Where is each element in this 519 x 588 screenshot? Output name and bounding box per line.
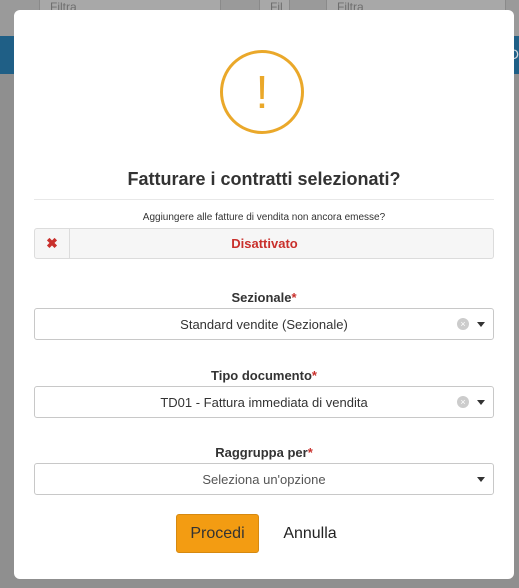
required-marker: * [311,368,317,383]
chevron-down-icon[interactable] [477,477,485,482]
required-marker: * [291,290,297,305]
required-marker: * [307,445,313,460]
dialog-question: Aggiungere alle fatture di vendita non a… [142,212,386,223]
chevron-down-icon[interactable] [477,400,485,405]
raggruppa-label-text: Raggruppa per [215,445,308,460]
raggruppa-label: Raggruppa per* [14,445,514,460]
tipo-documento-label: Tipo documento* [14,368,514,383]
confirm-dialog: ! Fatturare i contratti selezionati? Agg… [14,10,514,579]
chevron-down-icon[interactable] [477,322,485,327]
sezionale-value: Standard vendite (Sezionale) [180,316,348,332]
divider [34,199,494,200]
cancel-button[interactable]: Annulla [276,514,344,553]
tipo-documento-value: TD01 - Fattura immediata di vendita [160,394,368,410]
clear-icon[interactable]: × [457,396,469,408]
raggruppa-select[interactable]: Seleziona un'opzione [34,463,494,495]
toggle-label: Disattivato [231,236,298,251]
sezionale-label-text: Sezionale [231,290,292,305]
tipo-documento-select[interactable]: TD01 - Fattura immediata di vendita × [34,386,494,418]
clear-icon[interactable]: × [457,318,469,330]
sezionale-label: Sezionale* [14,290,514,305]
proceed-button[interactable]: Procedi [176,514,259,553]
dialog-title: Fatturare i contratti selezionati? [127,169,401,189]
tipo-documento-label-text: Tipo documento [211,368,312,383]
close-icon[interactable]: ✖ [35,229,70,258]
raggruppa-placeholder: Seleziona un'opzione [202,471,326,487]
sezionale-select[interactable]: Standard vendite (Sezionale) × [34,308,494,340]
append-toggle[interactable]: ✖ Disattivato [34,228,494,259]
alert-exclamation-icon: ! [220,50,304,134]
